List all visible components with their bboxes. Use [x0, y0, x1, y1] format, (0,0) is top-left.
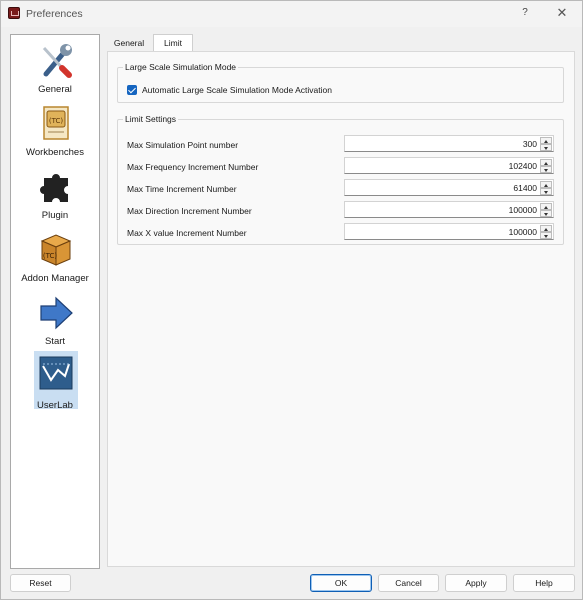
- large-scale-group: Large Scale Simulation Mode Automatic La…: [117, 62, 564, 103]
- sidebar-item-label: UserLab: [37, 400, 73, 411]
- limit-tab-panel: Large Scale Simulation Mode Automatic La…: [107, 51, 575, 567]
- spinbox-value[interactable]: 100000: [509, 205, 537, 215]
- spin-up-icon[interactable]: [540, 225, 552, 232]
- window-title: Preferences: [26, 8, 83, 20]
- sidebar-item-workbenches[interactable]: (TC) Workbenches: [11, 101, 99, 161]
- ok-button[interactable]: OK: [310, 574, 372, 592]
- preferences-sidebar: General (TC) Workbenches Plugin (TC) Add…: [10, 34, 100, 569]
- limit-settings-group: Limit Settings Max Simulation Point numb…: [117, 114, 565, 245]
- sidebar-item-general[interactable]: General: [11, 38, 99, 98]
- sidebar-item-label: Plugin: [41, 210, 69, 221]
- svg-text:(TC): (TC): [49, 117, 63, 125]
- svg-text:(TC): (TC): [43, 252, 57, 260]
- close-button[interactable]: ✕: [554, 5, 570, 21]
- limit-row-frequency-increment: Max Frequency Increment Number 102400: [118, 157, 565, 175]
- checkbox-label: Automatic Large Scale Simulation Mode Ac…: [142, 85, 332, 95]
- sidebar-item-label: General: [38, 84, 72, 95]
- field-label: Max Time Increment Number: [127, 184, 237, 194]
- spinbox-value[interactable]: 61400: [513, 183, 537, 193]
- tab-limit[interactable]: Limit: [153, 34, 193, 52]
- spin-down-icon[interactable]: [540, 144, 552, 151]
- app-icon: [8, 7, 20, 19]
- spin-up-icon[interactable]: [540, 181, 552, 188]
- apply-button[interactable]: Apply: [445, 574, 507, 592]
- spinbox-value[interactable]: 102400: [509, 161, 537, 171]
- userlab-chart-icon: [39, 356, 73, 390]
- wrench-screwdriver-icon: [42, 44, 72, 78]
- spin-up-icon[interactable]: [540, 203, 552, 210]
- limit-row-time-increment: Max Time Increment Number 61400: [118, 179, 565, 197]
- field-label: Max Direction Increment Number: [127, 206, 252, 216]
- spin-down-icon[interactable]: [540, 166, 552, 173]
- limit-row-simulation-points: Max Simulation Point number 300: [118, 135, 565, 153]
- sidebar-item-label: Workbenches: [26, 147, 84, 158]
- sidebar-item-label: Start: [44, 336, 66, 347]
- time-increment-spinbox[interactable]: 61400: [344, 179, 554, 196]
- sidebar-item-plugin[interactable]: Plugin: [11, 164, 99, 224]
- spinbox-value[interactable]: 100000: [509, 227, 537, 237]
- document-icon: (TC): [43, 106, 69, 140]
- spinbox-arrows: [540, 159, 552, 173]
- spin-down-icon[interactable]: [540, 232, 552, 239]
- direction-increment-spinbox[interactable]: 100000: [344, 201, 554, 218]
- frequency-increment-spinbox[interactable]: 102400: [344, 157, 554, 174]
- reset-button[interactable]: Reset: [10, 574, 71, 592]
- field-label: Max Simulation Point number: [127, 140, 239, 150]
- spinbox-value[interactable]: 300: [523, 139, 537, 149]
- spin-down-icon[interactable]: [540, 188, 552, 195]
- spin-up-icon[interactable]: [540, 137, 552, 144]
- auto-large-scale-checkbox[interactable]: [127, 85, 137, 95]
- arrow-right-icon: [40, 296, 73, 330]
- spin-up-icon[interactable]: [540, 159, 552, 166]
- cancel-button[interactable]: Cancel: [378, 574, 439, 592]
- group-title: Limit Settings: [123, 114, 179, 124]
- sidebar-item-userlab[interactable]: UserLab: [11, 350, 99, 411]
- help-button[interactable]: Help: [513, 574, 575, 592]
- puzzle-icon: [40, 174, 68, 202]
- package-box-icon: (TC): [40, 234, 72, 266]
- sidebar-item-start[interactable]: Start: [11, 290, 99, 350]
- spinbox-arrows: [540, 203, 552, 217]
- spinbox-arrows: [540, 137, 552, 151]
- spinbox-arrows: [540, 181, 552, 195]
- group-title: Large Scale Simulation Mode: [123, 62, 239, 72]
- limit-row-x-value-increment: Max X value Increment Number 100000: [118, 223, 565, 241]
- preferences-window: Preferences ? ✕ General (TC) Workbenches: [0, 0, 583, 600]
- sidebar-item-label: Addon Manager: [21, 273, 89, 284]
- field-label: Max Frequency Increment Number: [127, 162, 259, 172]
- limit-row-direction-increment: Max Direction Increment Number 100000: [118, 201, 565, 219]
- sidebar-item-addon-manager[interactable]: (TC) Addon Manager: [11, 227, 99, 287]
- title-bar: Preferences ? ✕: [1, 1, 582, 27]
- tab-general[interactable]: General: [107, 36, 151, 52]
- field-label: Max X value Increment Number: [127, 228, 247, 238]
- spin-down-icon[interactable]: [540, 210, 552, 217]
- x-value-increment-spinbox[interactable]: 100000: [344, 223, 554, 240]
- simulation-points-spinbox[interactable]: 300: [344, 135, 554, 152]
- title-help-button[interactable]: ?: [518, 6, 532, 20]
- spinbox-arrows: [540, 225, 552, 239]
